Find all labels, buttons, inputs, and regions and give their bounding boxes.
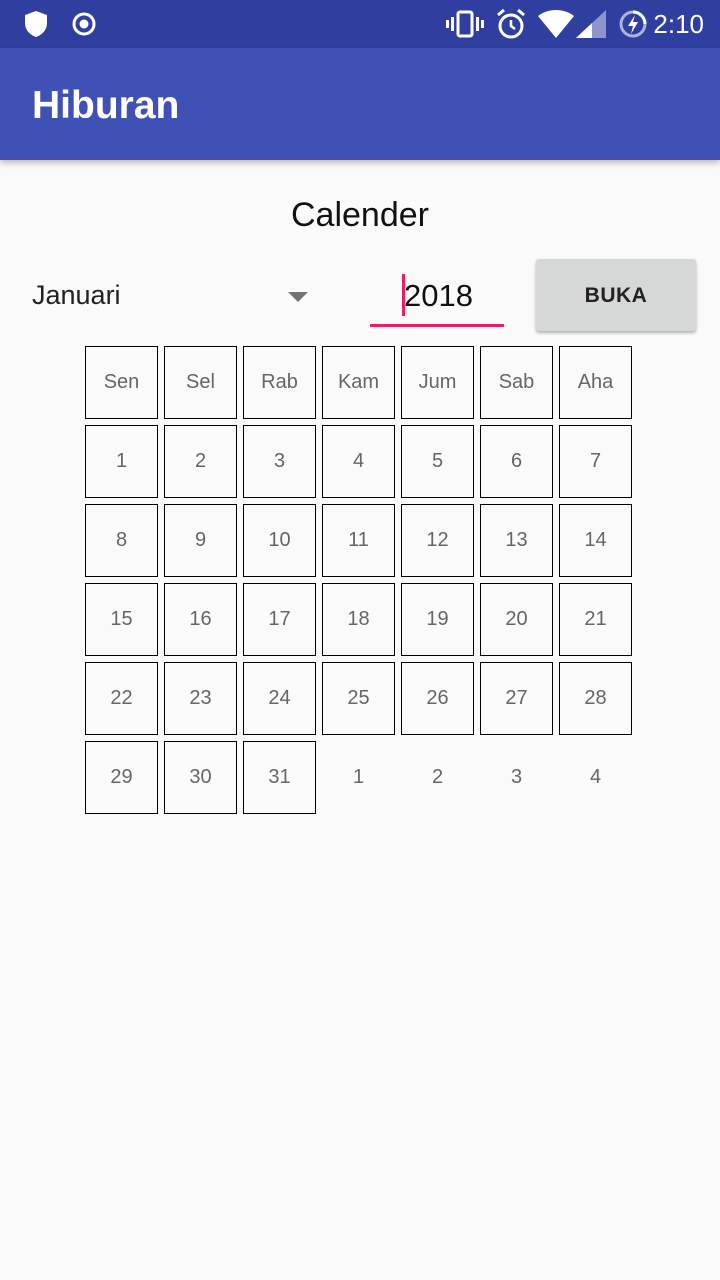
adjacent-month-day: 4 xyxy=(589,766,602,788)
weekday-header: Sab xyxy=(480,346,553,419)
day-cell[interactable]: 11 xyxy=(322,504,395,577)
app-title: Hiburan xyxy=(32,84,180,127)
app-bar: Hiburan xyxy=(0,48,720,160)
day-cell[interactable]: 18 xyxy=(322,583,395,656)
day-cell[interactable]: 22 xyxy=(85,662,158,735)
day-cell[interactable]: 19 xyxy=(401,583,474,656)
day-cell[interactable]: 7 xyxy=(559,425,632,498)
weekday-header: Kam xyxy=(322,346,395,419)
wifi-icon xyxy=(538,10,574,38)
day-cell[interactable]: 21 xyxy=(559,583,632,656)
day-cell[interactable]: 8 xyxy=(85,504,158,577)
day-cell[interactable]: 29 xyxy=(85,741,158,814)
day-cell[interactable]: 3 xyxy=(243,425,316,498)
page-heading: Calender xyxy=(291,196,429,234)
vibrate-icon xyxy=(446,10,484,38)
day-cell[interactable]: 28 xyxy=(559,662,632,735)
day-cell[interactable]: 20 xyxy=(480,583,553,656)
day-cell[interactable]: 17 xyxy=(243,583,316,656)
dropdown-arrow-icon xyxy=(288,292,308,302)
day-cell[interactable]: 2 xyxy=(164,425,237,498)
day-cell[interactable]: 31 xyxy=(243,741,316,814)
adjacent-month-day: 3 xyxy=(510,766,523,788)
day-cell[interactable]: 14 xyxy=(559,504,632,577)
day-cell[interactable]: 26 xyxy=(401,662,474,735)
day-cell[interactable]: 9 xyxy=(164,504,237,577)
day-cell[interactable]: 5 xyxy=(401,425,474,498)
weekday-header: Sel xyxy=(164,346,237,419)
open-button[interactable]: BUKA xyxy=(536,259,696,331)
day-cell[interactable]: 15 xyxy=(85,583,158,656)
weekday-header: Jum xyxy=(401,346,474,419)
adjacent-month-day: 1 xyxy=(352,766,365,788)
day-cell[interactable]: 16 xyxy=(164,583,237,656)
month-spinner[interactable]: Januari xyxy=(32,272,320,322)
day-cell[interactable]: 30 xyxy=(164,741,237,814)
day-cell[interactable]: 6 xyxy=(480,425,553,498)
weekday-header: Rab xyxy=(243,346,316,419)
year-input[interactable]: 2018 xyxy=(370,270,504,327)
day-cell[interactable]: 12 xyxy=(401,504,474,577)
record-icon xyxy=(72,12,96,36)
adjacent-month-day: 2 xyxy=(431,766,444,788)
shield-icon xyxy=(25,11,47,37)
day-cell[interactable]: 23 xyxy=(164,662,237,735)
status-time: 2:10 xyxy=(653,9,704,39)
day-cell[interactable]: 13 xyxy=(480,504,553,577)
day-cell[interactable]: 24 xyxy=(243,662,316,735)
year-input-value: 2018 xyxy=(404,278,473,313)
day-cell[interactable]: 4 xyxy=(322,425,395,498)
weekday-header: Sen xyxy=(85,346,158,419)
month-spinner-value: Januari xyxy=(32,280,121,310)
weekday-header: Aha xyxy=(559,346,632,419)
day-cell[interactable]: 10 xyxy=(243,504,316,577)
battery-charging-icon xyxy=(619,10,647,38)
day-cell[interactable]: 27 xyxy=(480,662,553,735)
signal-icon xyxy=(576,10,606,38)
status-bar: 2:10 xyxy=(0,0,720,48)
alarm-icon xyxy=(497,8,525,39)
day-cell[interactable]: 1 xyxy=(85,425,158,498)
day-cell[interactable]: 25 xyxy=(322,662,395,735)
